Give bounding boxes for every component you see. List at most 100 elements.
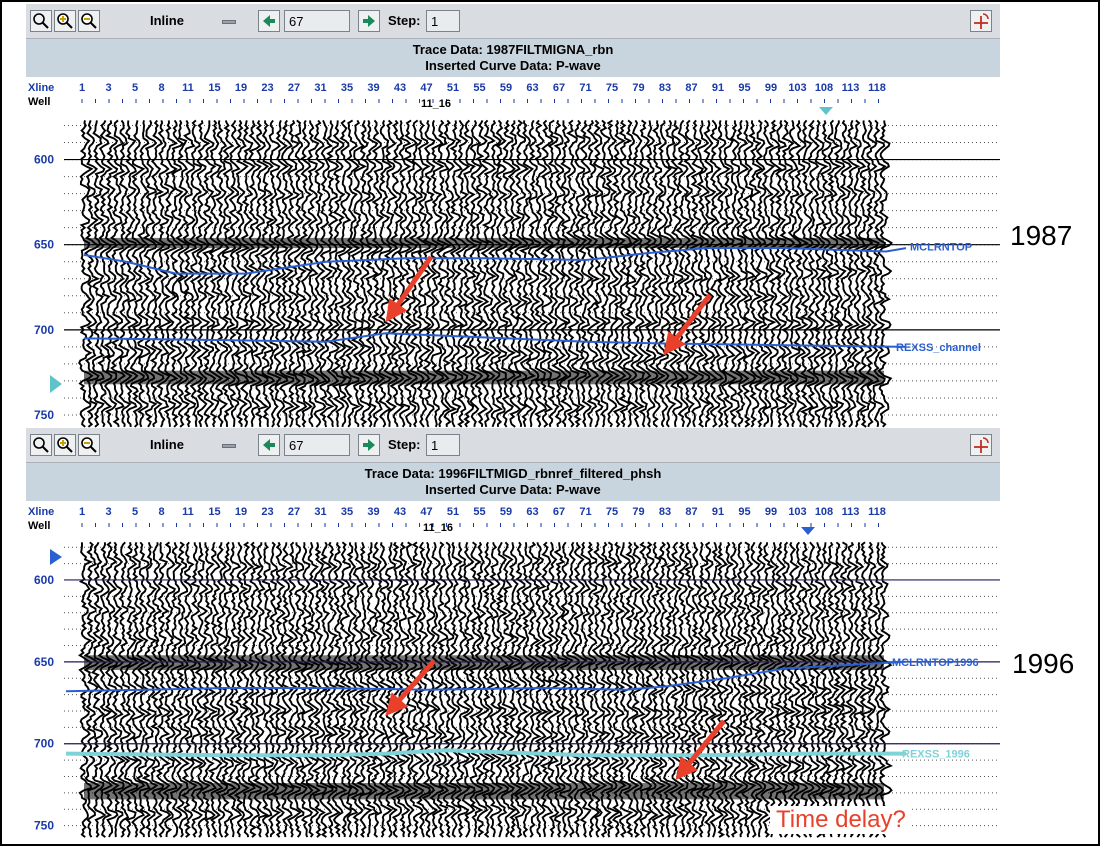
xline-tick-label: 83 [659,82,671,94]
crosshair-icon [974,437,989,453]
year-label-1996: 1996 [1012,648,1075,679]
next-button[interactable] [358,10,380,32]
zoom-icon [33,437,49,453]
inline-label: Inline [150,437,184,452]
step-input[interactable]: 1 [426,434,460,456]
xline-tick-label: 11 [182,506,194,518]
time-tick-label: 700 [34,737,54,751]
zoom-out-icon [81,437,97,453]
time-tick-label: 650 [34,238,54,252]
xline-tick-label: 79 [632,82,644,94]
xline-tick-label: 51 [447,82,459,94]
xline-tick-label: 87 [685,506,697,518]
zoom-button[interactable] [30,10,52,32]
xline-tick-label: 95 [738,82,750,94]
xline-tick-label: 43 [394,506,406,518]
xline-tick-label: 31 [314,506,326,518]
xline-tick-label: 118 [868,82,886,94]
xline-tick-label: 59 [500,82,512,94]
well-marker-triangle [819,107,833,115]
right-arrow-icon [363,439,375,451]
xline-tick-label: 5 [132,506,138,518]
well-axis-label: Well [28,96,50,108]
xline-tick-label: 83 [659,506,671,518]
trace-header: Trace Data: 1996FILTMIGD_rbnref_filtered… [26,463,1000,501]
xline-tick-label: 23 [261,82,273,94]
xline-tick-label: 118 [868,506,886,518]
xline-tick-label: 27 [288,506,300,518]
next-button[interactable] [358,434,380,456]
xline-tick-label: 5 [132,82,138,94]
time-tick-label: 750 [34,408,54,422]
xline-tick-label: 63 [526,506,538,518]
reflector-band [84,370,884,385]
crosshair-button[interactable] [970,434,992,456]
xline-tick-label: 79 [632,506,644,518]
crosshair-icon [974,13,989,29]
seismic-svg[interactable]: XlineWell1 3 5 8 11 15 19 23 27 31 35 39 43 47 51 55 59 6… [26,501,1000,840]
previous-button[interactable] [258,434,280,456]
curve-data-label: Inserted Curve Data: P-wave [425,482,601,497]
xline-tick-label: 15 [208,506,220,518]
reflector-band [84,655,884,671]
crosshair-button[interactable] [970,10,992,32]
inline-number-input[interactable]: 67 [284,434,350,456]
inline-number-input[interactable]: 67 [284,10,350,32]
xline-tick-label: 47 [420,82,432,94]
well-name-label: 11_16 [421,98,451,110]
xline-tick-label: 103 [788,82,806,94]
zoom-out-button[interactable] [78,434,100,456]
zoom-out-button[interactable] [78,10,100,32]
xline-tick-label: 55 [473,82,485,94]
xline-tick-label: 8 [158,82,164,94]
xline-tick-label: 99 [765,506,777,518]
zoom-button[interactable] [30,434,52,456]
xline-tick-label: 113 [842,506,860,518]
horizon-top-label: MCLRNTOP1996 [892,657,979,669]
xline-tick-label: 27 [288,82,300,94]
inline-dropdown-toggle[interactable] [222,20,236,24]
toolbar: Inline 67 Step: 1 [26,428,1000,463]
trace-header: Trace Data: 1987FILTMIGNA_rbn Inserted C… [26,39,1000,77]
well-name-label: 11_16 [423,522,453,534]
step-label: Step: [388,13,421,28]
xline-tick-label: 19 [235,506,247,518]
zoom-in-button[interactable] [54,10,76,32]
seismic-svg[interactable]: XlineWell1 3 5 8 11 15 19 23 27 31 35 39 43 47 51 55 59 6… [26,77,1000,430]
xline-tick-label: 91 [712,82,724,94]
xline-tick-label: 55 [473,506,485,518]
seismic-section[interactable]: Xline Well 1 3 5 8 11 15 19 23 27 31 35 39 43 47 51 55 59 6… [26,77,1000,430]
step-input[interactable]: 1 [426,10,460,32]
panel-1987: Inline 67 Step: 1 Trace Data: 1987FILTMI… [26,4,1000,430]
xline-tick-label: 35 [341,506,353,518]
xline-tick-label: 113 [842,82,860,94]
side-marker-triangle [50,549,62,565]
xline-tick-label: 91 [712,506,724,518]
xline-tick-label: 71 [579,82,591,94]
time-delay-annotation: Time delay? [770,806,912,834]
xline-tick-label: 1 [79,82,85,94]
xline-tick-label: 59 [500,506,512,518]
zoom-in-button[interactable] [54,434,76,456]
xline-tick-label: 95 [738,506,750,518]
trace-data-label: Trace Data: 1996FILTMIGD_rbnref_filtered… [364,466,662,481]
time-tick-label: 650 [34,655,54,669]
reflector-band [84,237,884,249]
left-arrow-icon [263,15,275,27]
xline-tick-label: 108 [815,506,833,518]
xline-axis-label: Xline [28,82,54,94]
time-tick-label: 700 [34,323,54,337]
xline-tick-label: 71 [579,506,591,518]
panel-1996: Inline 67 Step: 1 Trace Data: 1996FILTMI… [26,428,1000,840]
seismic-section[interactable]: Xline Well 1 3 5 8 11 15 19 23 27 31 35 39 43 47 51 55 59 6… [26,501,1000,840]
xline-tick-label: 63 [526,82,538,94]
xline-tick-label: 1 [79,506,85,518]
time-tick-label: 750 [34,819,54,833]
xline-tick-label: 67 [553,506,565,518]
xline-tick-label: 67 [553,82,565,94]
toolbar: Inline 67 Step: 1 [26,4,1000,39]
xline-tick-label: 11 [182,82,194,94]
previous-button[interactable] [258,10,280,32]
xline-tick-label: 75 [606,82,618,94]
inline-dropdown-toggle[interactable] [222,444,236,448]
